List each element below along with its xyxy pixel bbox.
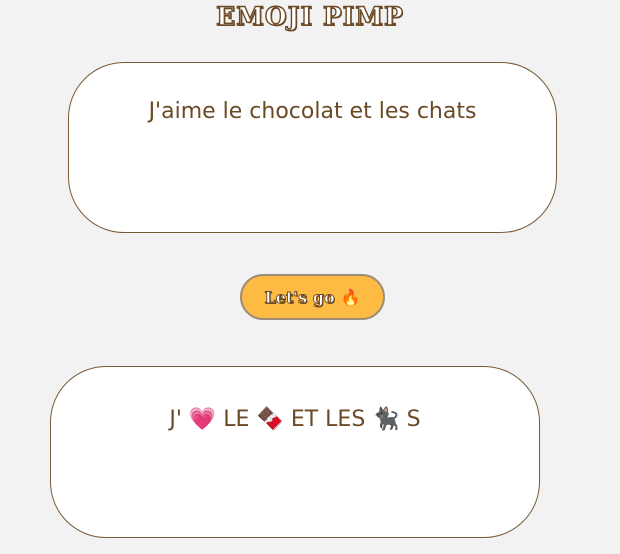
lets-go-label: Let's go bbox=[264, 287, 335, 307]
fire-icon: 🔥 bbox=[340, 287, 361, 307]
output-text-area: J' 💗 LE 🍫 ET LES 🐈‍⬛ S bbox=[50, 366, 540, 538]
input-text-area[interactable]: J'aime le chocolat et les chats bbox=[68, 62, 557, 233]
lets-go-button[interactable]: Let's go 🔥 bbox=[240, 274, 385, 320]
app-title: EMOJI PIMP bbox=[215, 1, 404, 31]
